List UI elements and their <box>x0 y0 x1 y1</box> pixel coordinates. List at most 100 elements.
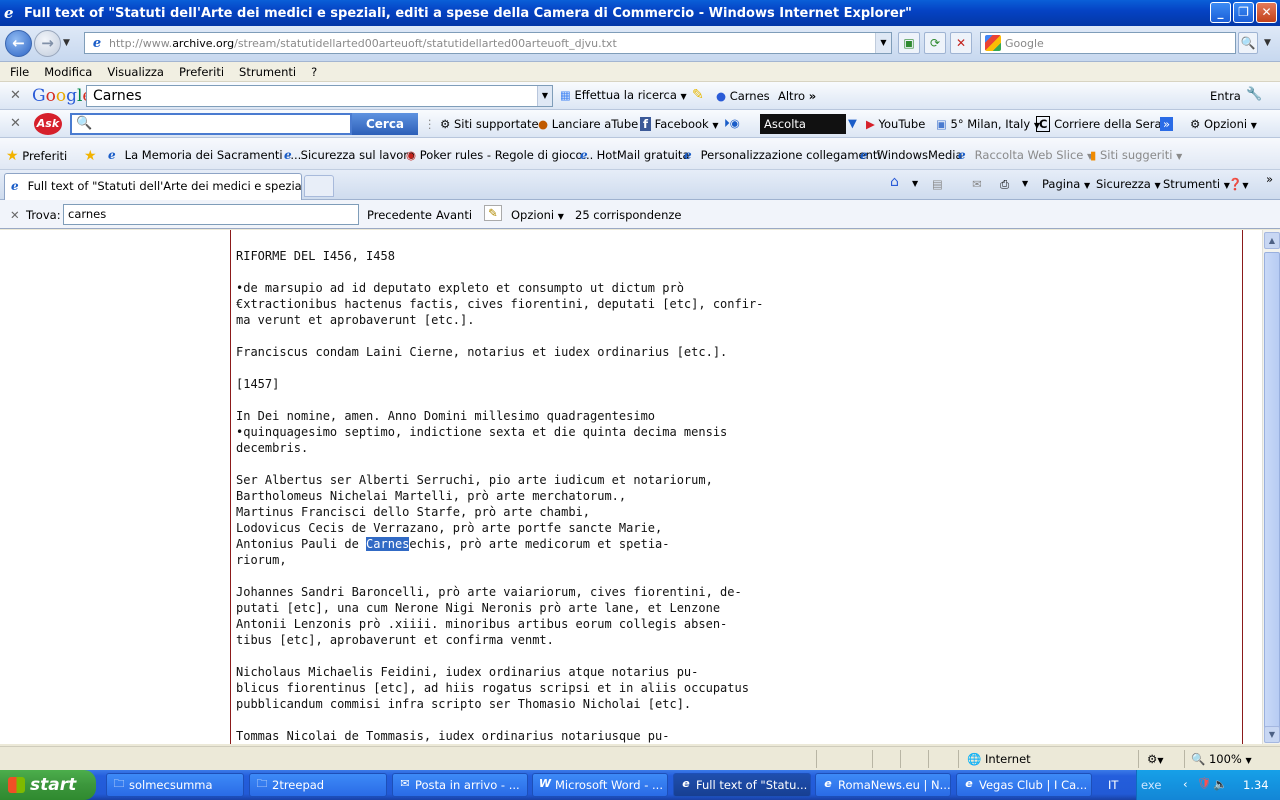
menu-preferiti[interactable]: Preferiti <box>179 65 224 79</box>
chevron-more-icon[interactable]: » <box>1266 172 1273 186</box>
task-vegas[interactable]: e Vegas Club | I Ca... <box>956 773 1092 797</box>
fav-item-webslice[interactable]: e Raccolta Web Slice ▼ <box>958 148 1093 162</box>
clock[interactable]: 1.34 <box>1243 778 1269 792</box>
fav-item-sicurezza[interactable]: e Sicurezza sul lavoro <box>284 148 415 162</box>
task-solmecsumma[interactable]: 🗀 solmecsumma <box>106 773 244 797</box>
atube-button[interactable]: ● Lanciare aTube <box>538 117 638 131</box>
find-label: Trova: <box>26 208 61 222</box>
menu-help[interactable]: ? <box>311 65 317 79</box>
globe-icon: 🌐 <box>967 752 982 766</box>
maximize-button[interactable]: ❐ <box>1233 2 1254 23</box>
stop-icon[interactable]: ✕ <box>950 32 972 54</box>
ask-search-input[interactable]: 🔍 <box>70 113 352 135</box>
task-word[interactable]: W Microsoft Word - ... <box>532 773 668 797</box>
scroll-thumb[interactable] <box>1264 252 1280 742</box>
facebook-button[interactable]: f Facebook ▼ <box>640 117 719 131</box>
wrench-icon[interactable]: 🔧 <box>1246 87 1262 102</box>
scroll-down-button[interactable]: ▼ <box>1264 726 1280 743</box>
find-next-button[interactable]: Avanti <box>436 208 472 222</box>
zoom-control[interactable]: 🔍 100% ▼ <box>1184 750 1264 768</box>
toolbar-grip-icon[interactable]: ⋮ <box>424 117 436 131</box>
protected-mode-icon[interactable]: ⚙▼ <box>1138 750 1184 768</box>
scroll-up-button[interactable]: ▲ <box>1264 232 1280 249</box>
find-options-button[interactable]: Opzioni ▼ <box>511 208 564 222</box>
highlight-all-icon[interactable]: ✎ <box>484 205 502 221</box>
help-icon[interactable]: ❓▼ <box>1228 177 1248 191</box>
more-button[interactable]: Altro » <box>778 89 816 103</box>
find-input[interactable]: carnes <box>63 204 359 225</box>
opzioni-button[interactable]: ⚙ Opzioni ▼ <box>1190 117 1257 131</box>
compatibility-icon[interactable]: ▣ <box>898 32 920 54</box>
task-2treepad[interactable]: 🗀 2treepad <box>249 773 387 797</box>
close-toolbar-icon[interactable]: ✕ <box>10 88 21 103</box>
media-controls-icon[interactable]: ⏵◉ <box>724 116 740 131</box>
print-icon[interactable]: ⎙ <box>1000 177 1009 192</box>
tab-active[interactable]: e Full text of "Statuti dell'Arte dei me… <box>4 173 302 200</box>
search-go-icon[interactable]: 🔍 <box>1238 32 1258 54</box>
task-full-text[interactable]: e Full text of "Statu... <box>673 773 811 797</box>
refresh-icon[interactable]: ⟳ <box>924 32 946 54</box>
back-button[interactable]: ← <box>5 30 32 57</box>
menu-strumenti[interactable]: Strumenti <box>239 65 296 79</box>
signin-button[interactable]: Entra <box>1210 89 1241 103</box>
menu-modifica[interactable]: Modifica <box>44 65 92 79</box>
address-dropdown[interactable]: ▼ <box>875 33 891 53</box>
home-dropdown[interactable]: ▼ <box>912 179 918 188</box>
page-content[interactable]: RIFORME DEL I456, I458 •de marsupio ad i… <box>0 230 1262 744</box>
title-bar[interactable]: e Full text of "Statuti dell'Arte dei me… <box>0 0 1280 26</box>
search-dropdown[interactable]: ▼ <box>1264 38 1271 48</box>
close-find-icon[interactable]: ✕ <box>10 208 20 222</box>
forward-button[interactable]: → <box>34 30 61 57</box>
home-icon[interactable]: ⌂ <box>890 174 899 190</box>
new-tab-button[interactable] <box>304 175 334 197</box>
minimize-button[interactable]: _ <box>1210 2 1231 23</box>
vertical-scrollbar[interactable]: ▲ ▼ <box>1262 230 1280 744</box>
google-search-dropdown[interactable]: ▼ <box>537 86 552 106</box>
print-dropdown[interactable]: ▼ <box>1022 179 1028 188</box>
fav-item-windowsmedia[interactable]: e WindowsMedia <box>860 148 963 162</box>
language-indicator[interactable]: IT <box>1108 778 1118 792</box>
corriere-button[interactable]: C Corriere della Sera ▼ <box>1036 116 1171 132</box>
start-button[interactable]: start <box>0 770 96 800</box>
feeds-icon[interactable]: ▤ <box>932 177 943 191</box>
favorites-button[interactable]: ★ Preferiti <box>6 148 67 164</box>
zone-indicator[interactable]: 🌐 Internet <box>958 750 1138 768</box>
address-bar[interactable]: e http://www.archive.org/stream/statutid… <box>84 32 892 54</box>
task-posta[interactable]: ✉ Posta in arrivo - ... <box>392 773 528 797</box>
menu-file[interactable]: File <box>10 65 29 79</box>
google-search-button[interactable]: ▦ Effettua la ricerca ▼ <box>560 88 687 102</box>
tray-expand-icon[interactable]: ‹ <box>1183 777 1188 791</box>
youtube-button[interactable]: ▶ YouTube <box>866 117 925 131</box>
find-prev-button[interactable]: Precedente <box>367 208 432 222</box>
more-chevron-icon[interactable]: » <box>1160 117 1174 131</box>
volume-icon[interactable]: 🔈 <box>1213 777 1227 791</box>
music-dropdown[interactable]: ▼ <box>848 116 857 130</box>
security-alert-icon[interactable]: 🛡 <box>1197 776 1212 790</box>
mail-icon[interactable]: ✉ <box>972 177 982 191</box>
sicurezza-menu[interactable]: Sicurezza ▼ <box>1096 177 1161 191</box>
menu-visualizza[interactable]: Visualizza <box>107 65 164 79</box>
highlight-term-button[interactable]: ● Carnes <box>716 89 770 103</box>
google-search-input[interactable]: Carnes ▼ <box>86 85 553 107</box>
fav-item-memoria[interactable]: e La Memoria dei Sacramenti -... <box>108 148 301 162</box>
highlighter-icon[interactable]: ✎ <box>692 87 704 103</box>
status-segment <box>872 750 900 768</box>
fav-item-siti-suggeriti[interactable]: ▮ Siti suggeriti ▼ <box>1090 148 1182 162</box>
close-ask-toolbar-icon[interactable]: ✕ <box>10 116 21 131</box>
cerca-button[interactable]: Cerca <box>352 113 418 135</box>
fav-item-personalizzazione[interactable]: e Personalizzazione collegamenti <box>684 148 881 162</box>
strumenti-menu[interactable]: Strumenti ▼ <box>1163 177 1230 191</box>
fav-item-hotmail[interactable]: e HotMail gratuita <box>580 148 690 162</box>
recent-pages-dropdown[interactable]: ▼ <box>63 38 70 48</box>
search-box[interactable]: Google <box>980 32 1236 54</box>
close-button[interactable]: ✕ <box>1256 2 1277 23</box>
add-favorite-icon[interactable]: ★ <box>84 148 97 164</box>
pagina-menu[interactable]: Pagina ▼ <box>1042 177 1090 191</box>
siti-supportate-button[interactable]: ⚙ Siti supportate <box>440 117 539 131</box>
match-line-suffix: echis, prò arte medicorum et spetia- <box>409 537 670 551</box>
weather-button[interactable]: ▣ 5° Milan, Italy ▼ <box>936 117 1040 131</box>
person-icon: ● <box>716 89 727 103</box>
fav-item-poker[interactable]: ◉ Poker rules - Regole di gioco... <box>406 148 593 162</box>
task-romanews[interactable]: e RomaNews.eu | N... <box>815 773 951 797</box>
ascolta-musica-button[interactable]: Ascolta musica <box>760 114 846 151</box>
